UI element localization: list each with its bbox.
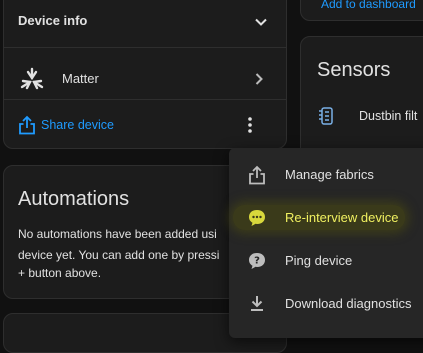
share-icon [249, 165, 265, 185]
sensors-card: Sensors Dustbin filt [300, 36, 423, 166]
filter-icon [319, 107, 333, 125]
menu-item-re-interview-device[interactable]: Re-interview device [229, 197, 423, 240]
dashboard-card: Add to dashboard [300, 0, 423, 21]
menu-item-label: Manage fabrics [285, 167, 374, 182]
chevron-down-icon[interactable] [254, 15, 268, 29]
menu-item-label: Download diagnostics [285, 296, 412, 311]
share-device-button[interactable]: Share device [14, 115, 124, 137]
share-icon [19, 115, 35, 135]
menu-item-ping-device[interactable]: ? Ping device [229, 240, 423, 283]
automations-body-line3: + button above. [18, 266, 102, 280]
more-vert-icon[interactable] [245, 116, 255, 134]
chat-bubble-icon [249, 210, 265, 226]
help-bubble-icon: ? [249, 253, 265, 269]
svg-text:?: ? [254, 256, 260, 267]
menu-item-label: Ping device [285, 253, 353, 268]
matter-label: Matter [62, 71, 99, 86]
divider [4, 47, 286, 48]
automations-title: Automations [18, 188, 130, 210]
automations-body-line2: device yet. You can add one by pressi [18, 248, 220, 262]
chevron-right-icon [255, 73, 263, 85]
automations-body-line1: No automations have been added usi [18, 227, 217, 241]
sensors-title: Sensors [317, 59, 391, 81]
menu-item-label: Re-interview device [285, 210, 399, 225]
menu-item-download-diagnostics[interactable]: Download diagnostics [229, 283, 423, 326]
device-info-title: Device info [18, 13, 88, 28]
divider [4, 99, 286, 100]
matter-logo-icon [20, 67, 44, 90]
sensor-item-label[interactable]: Dustbin filt [359, 109, 417, 123]
matter-row[interactable]: Matter [4, 57, 286, 101]
add-to-dashboard-link[interactable]: Add to dashboard [321, 0, 416, 11]
device-info-card: Device info Matter Share device [3, 0, 287, 149]
share-device-label: Share device [41, 118, 114, 132]
download-icon [251, 296, 263, 311]
menu-item-manage-fabrics[interactable]: Manage fabrics [229, 154, 423, 197]
